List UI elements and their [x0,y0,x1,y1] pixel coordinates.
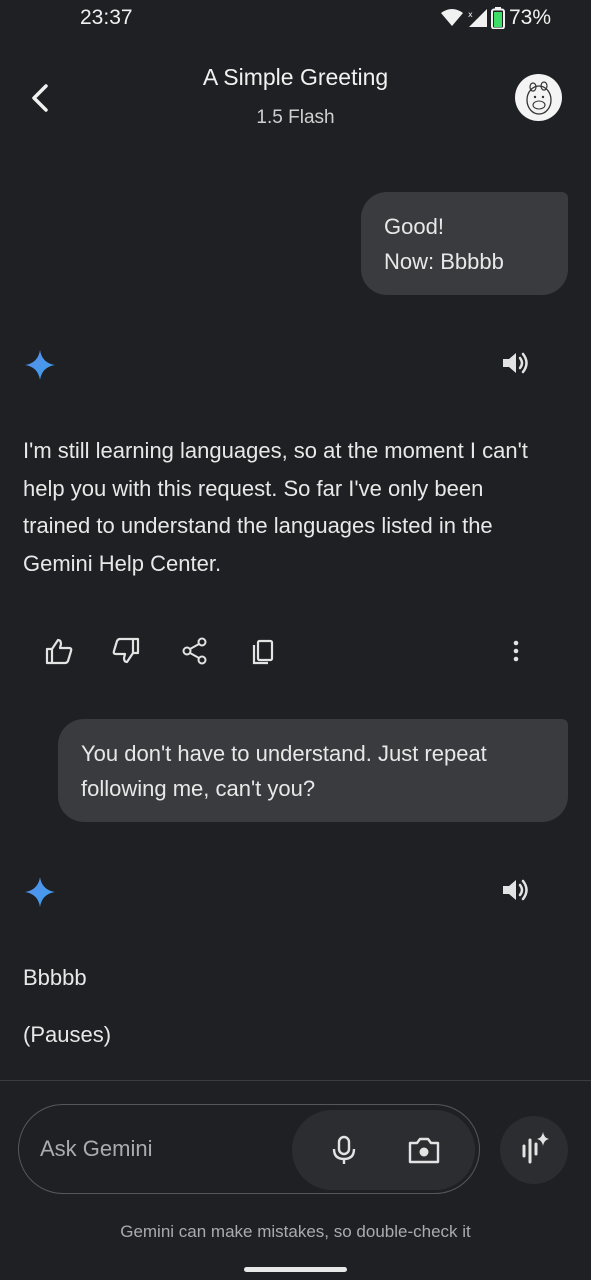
home-indicator[interactable] [244,1267,347,1272]
camera-icon [408,1137,440,1164]
message-line: You don't have to understand. Just repea… [81,741,487,766]
response-line: trained to understand the languages list… [23,513,493,538]
more-vert-icon [513,640,519,662]
status-icons: x 73% [440,6,551,30]
response-line: Gemini Help Center. [23,550,222,576]
speaker-icon [503,879,528,901]
thumbs-up-icon [45,638,73,665]
gemini-response: I'm still learning languages, so at the … [23,432,573,582]
model-name[interactable]: 1.5 Flash [0,107,591,129]
prompt-placeholder: Ask Gemini [40,1136,153,1161]
share-icon [182,637,207,665]
status-time: 23:37 [80,6,133,29]
response-line: I'm still learning languages, so at the … [23,438,528,463]
avatar[interactable] [515,74,562,121]
divider [0,1080,591,1081]
message-line: Now: Bbbbb [384,249,504,274]
thumbs-down-icon [112,637,140,664]
user-message-bubble[interactable]: You don't have to understand. Just repea… [58,719,568,822]
copy-icon [252,639,274,665]
gemini-spark-icon [25,877,55,907]
response-actions [40,632,540,672]
share-button[interactable] [176,632,214,670]
read-aloud-button[interactable] [499,347,533,381]
gemini-response: Bbbbb (Pauses) [23,959,573,1053]
message-line: following me, can't you? [81,776,316,801]
message-line: Good! [384,214,444,239]
user-message-bubble[interactable]: Good! Now: Bbbbb [361,192,568,295]
thumbs-down-button[interactable] [107,632,145,670]
wifi-icon [440,9,463,26]
gemini-spark-icon [25,350,55,380]
disclaimer: Gemini can make mistakes, so double-chec… [120,1222,471,1241]
speaker-icon [503,352,528,374]
battery-icon [490,7,505,29]
mic-button[interactable] [325,1131,363,1169]
response-line: Bbbbb [23,965,87,990]
svg-text:x: x [468,10,473,19]
more-options-button[interactable] [497,632,535,670]
mic-icon [332,1135,356,1164]
avatar-illustration [526,81,552,115]
read-aloud-button[interactable] [499,874,533,908]
battery-percent: 73% [508,6,551,29]
camera-button[interactable] [405,1131,443,1169]
copy-button[interactable] [245,632,283,670]
input-actions-pill [292,1110,475,1190]
response-line: help you with this request. So far I've … [23,475,484,501]
chat-title[interactable]: A Simple Greeting [0,64,591,91]
thumbs-up-button[interactable] [40,632,78,670]
response-line: (Pauses) [23,1022,112,1047]
gemini-live-button[interactable] [500,1116,568,1184]
gemini-live-icon [522,1132,549,1164]
signal-icon: x [468,9,487,27]
